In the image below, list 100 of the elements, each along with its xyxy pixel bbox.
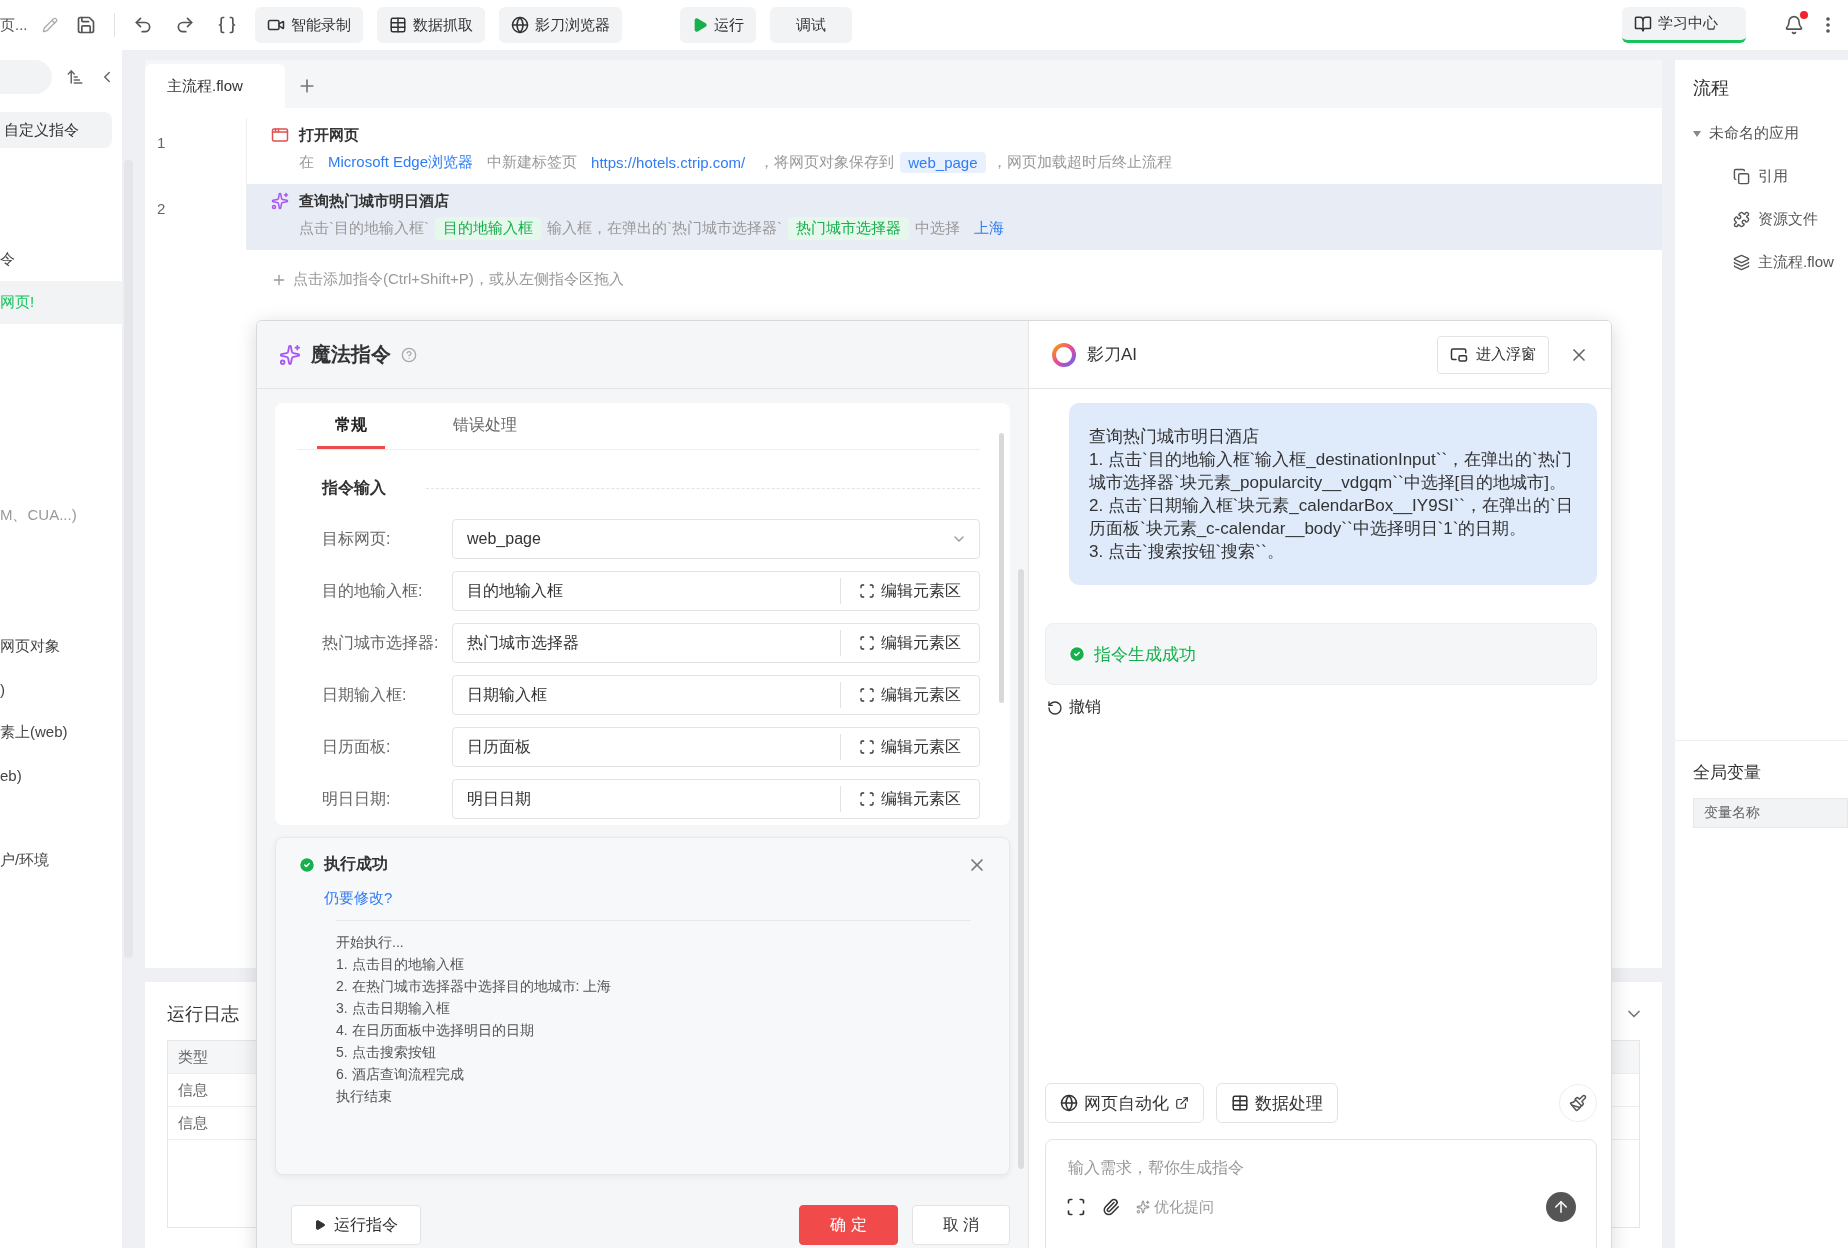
message-text: 3. 点击`搜索按钮`搜索``。 [1089,541,1285,563]
log-line: 开始执行... [336,933,405,952]
description-text: 点击`目的地输入框` [299,219,429,238]
log-line: 2. 在热门城市选择器中选择目的地城市: 上海 [336,977,613,996]
file-tab[interactable]: 主流程.flow [145,64,285,108]
undo-icon [132,15,153,35]
ai-logo-icon [1051,341,1077,368]
send-button[interactable] [1546,1192,1576,1222]
skill-chip[interactable]: 数据处理 [1216,1083,1338,1123]
scan-icon [859,739,875,755]
tab[interactable]: 常规 [317,403,385,449]
log-line: 6. 酒店查询流程完成 [336,1065,465,1084]
link-text[interactable]: https://hotels.ctrip.com/ [583,152,754,173]
field-value[interactable]: 日历面板 [467,736,531,758]
expanded-icon [1693,129,1701,138]
tree-item[interactable]: 资源文件 [1693,198,1848,241]
puzzle-icon [1733,211,1750,228]
clear-button[interactable] [1559,1084,1597,1122]
message-text: 查询热门城市明日酒店 [1089,426,1260,448]
run-button[interactable]: 运行 [679,7,756,43]
flow-step[interactable]: 查询热门城市明日酒店 点击`目的地输入框` 目的地输入框 输入框，在弹出的`热门城市选择器` 热门城市选择器 中选择 上海 [247,184,1662,250]
success-icon [298,855,316,874]
step-title: 打开网页 [299,126,359,143]
screenshot-icon[interactable] [1066,1197,1086,1217]
sort-icon[interactable] [66,68,84,86]
step-title: 查询热门城市明日酒店 [299,192,449,209]
command-item[interactable]: 网页对象 [0,625,122,668]
custom-command-button[interactable]: 自定义指令 [0,112,112,148]
field-value[interactable]: 目的地输入框 [467,580,563,602]
log-line: 4. 在日历面板中选择明日的日期 [336,1021,535,1040]
field-label: 日期输入框: [322,684,408,705]
link-text[interactable]: Microsoft Edge浏览器 [320,151,482,174]
sparkle-icon [271,192,289,210]
learning-center-button[interactable]: 学习中心 [1622,7,1746,43]
edit-element-button[interactable]: 编辑元素区 [840,578,979,604]
field-value[interactable]: 热门城市选择器 [467,632,579,654]
tree-item[interactable]: 未命名的应用 [1693,112,1848,155]
panel-title: 全局变量 [1693,763,1761,782]
field-value[interactable]: 明日日期 [467,788,531,810]
panel-title: 影刀AI [1087,344,1138,366]
globe-icon [1060,1094,1078,1112]
result-title: 执行成功 [324,854,388,874]
log-line: 1. 点击目的地输入框 [336,955,465,974]
toolbar-button[interactable]: 智能录制 [254,7,363,43]
command-item[interactable]: 素上(web) [0,711,122,754]
copy-icon [1733,168,1750,185]
log-line: 执行结束 [336,1087,393,1106]
modify-link[interactable]: 仍要修改? [324,889,987,908]
tree-item[interactable]: 引用 [1693,155,1848,198]
log-line: 3. 点击日期输入框 [336,999,451,1018]
command-item[interactable]: 令 [0,238,122,281]
toolbar-button[interactable]: 影刀浏览器 [498,7,622,43]
undo-button[interactable]: 撤销 [1047,697,1611,718]
toolbar-button[interactable]: 数据抓取 [376,7,485,43]
description-text: ，网页加载超时后终止流程 [991,153,1172,172]
edit-element-button[interactable]: 编辑元素区 [840,630,979,656]
play-icon [314,1219,326,1231]
element-tag: 目的地输入框 [435,217,541,240]
braces-icon [216,15,237,35]
edit-element-button[interactable]: 编辑元素区 [840,682,979,708]
field-value[interactable]: 日期输入框 [467,684,547,706]
flow-step[interactable]: 打开网页 在 Microsoft Edge浏览器 中新建标签页 https://hotels.ctrip.com/ ，将网页对象保存到 web_page ，网页加载超时后终止流程 [247,118,1662,184]
variable-tag: web_page [900,152,986,173]
float-window-button[interactable]: 进入浮窗 [1437,335,1549,374]
description-text: ，将网页对象保存到 [759,153,895,172]
scan-icon [859,635,875,651]
panel-title: 运行日志 [167,1003,239,1026]
confirm-button[interactable]: 确 定 [799,1205,898,1245]
description-text: 中新建标签页 [487,153,578,172]
cancel-button[interactable]: 取 消 [911,1205,1010,1245]
tree-item[interactable]: 主流程.flow [1693,241,1848,284]
dialog-title: 魔法指令 [311,342,391,367]
command-item[interactable]: eb) [0,754,122,797]
field-label: 明日日期: [322,788,392,809]
edit-element-button[interactable]: 编辑元素区 [840,734,979,760]
skill-chip[interactable]: 网页自动化 [1045,1083,1204,1123]
edit-element-button[interactable]: 编辑元素区 [840,786,979,812]
command-item[interactable]: ) [0,668,122,711]
field-label: 日历面板: [322,736,392,757]
book-icon [1634,14,1652,33]
select-field[interactable]: web_page [452,519,980,559]
message-text: 1. 点击`目的地输入框`输入框_destinationInput``，在弹出的`热门城市选择器`块元素_popularcity__vdgqm``中选择[目的地城市]。 [1089,449,1573,494]
debug-button[interactable]: 调试 [769,7,852,43]
table-icon [388,16,407,34]
log-line: 5. 点击搜索按钮 [336,1043,437,1062]
scan-icon [859,583,875,599]
line-number: 1 [145,118,247,184]
web-page-icon [271,126,289,144]
table-icon [1231,1094,1249,1112]
attach-icon[interactable] [1102,1198,1120,1216]
sparkle-icon [1136,1200,1150,1214]
success-icon [1068,645,1086,663]
command-item[interactable]: 户/环境 [0,839,122,882]
panel-title: 流程 [1693,77,1730,100]
run-command-button[interactable]: 运行指令 [291,1205,421,1245]
field-label: 目标网页: [322,528,392,549]
tab[interactable]: 错误处理 [435,403,535,449]
undo-icon [1047,699,1063,716]
globe-icon [510,16,529,34]
description-text: 中选择 [915,219,960,238]
